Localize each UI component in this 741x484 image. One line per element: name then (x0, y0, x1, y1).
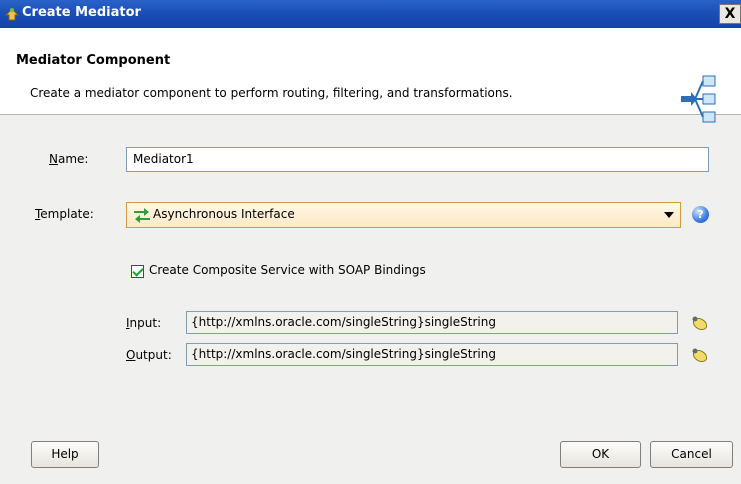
mediator-icon (681, 75, 716, 123)
help-icon[interactable]: ? (692, 206, 709, 223)
create-mediator-dialog: Create Mediator X Mediator Component Cre… (0, 0, 741, 484)
input-label: Input: (126, 316, 162, 330)
header-description: Create a mediator component to perform r… (30, 86, 513, 100)
cancel-button[interactable]: Cancel (650, 441, 733, 468)
checkmark-icon (132, 265, 144, 277)
template-select[interactable]: Asynchronous Interface (126, 202, 681, 228)
title-bar[interactable]: Create Mediator X (0, 0, 741, 28)
interface-template-icon (134, 208, 150, 223)
input-type-field[interactable]: {http://xmlns.oracle.com/singleString}si… (186, 311, 678, 334)
dropdown-arrow-icon[interactable] (664, 212, 674, 218)
dialog-header: Mediator Component Create a mediator com… (0, 28, 741, 123)
window-title: Create Mediator (22, 5, 141, 20)
composite-service-label[interactable]: Create Composite Service with SOAP Bindi… (149, 263, 426, 277)
template-label: Template: (35, 207, 94, 221)
composite-service-checkbox[interactable] (131, 265, 144, 278)
jdeveloper-app-icon (4, 8, 20, 21)
close-button[interactable]: X (719, 4, 741, 24)
browse-input-icon[interactable] (690, 314, 710, 332)
name-label: Name: (49, 152, 89, 166)
output-label: Output: (126, 348, 172, 362)
name-input[interactable]: Mediator1 (126, 147, 709, 172)
help-button[interactable]: Help (31, 441, 99, 468)
header-title: Mediator Component (16, 53, 171, 68)
browse-output-icon[interactable] (690, 346, 710, 364)
template-value: Asynchronous Interface (153, 207, 295, 221)
output-type-field[interactable]: {http://xmlns.oracle.com/singleString}si… (186, 343, 678, 366)
ok-button[interactable]: OK (560, 441, 641, 468)
